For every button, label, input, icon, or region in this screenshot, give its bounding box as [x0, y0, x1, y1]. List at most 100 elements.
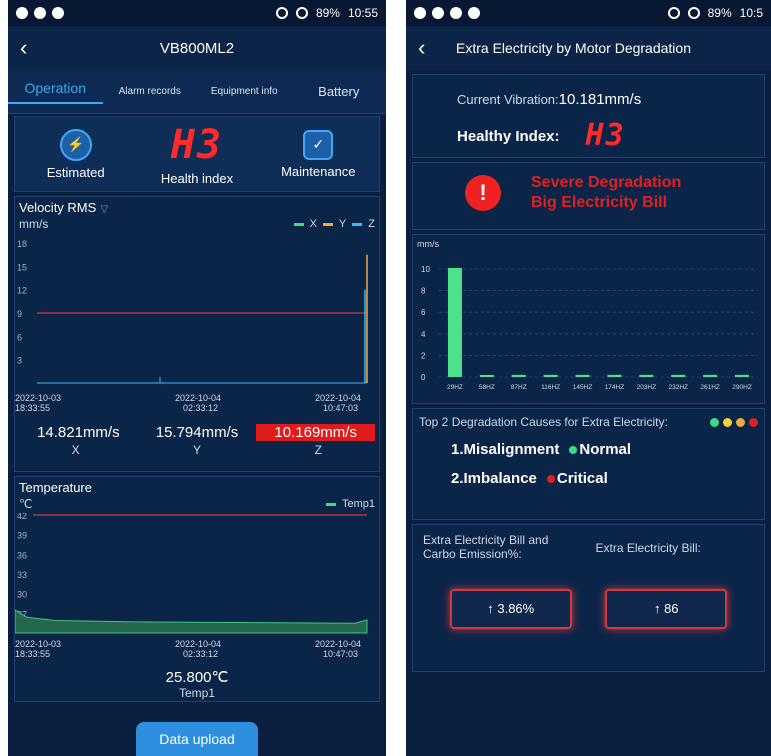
y-tick-label: 10	[421, 265, 430, 274]
bar	[447, 267, 462, 377]
x-tick-time: 18:33:55	[15, 649, 50, 659]
app-bar: ‹ Extra Electricity by Motor Degradation	[406, 26, 771, 70]
velocity-value-z: 10.169mm/s	[256, 424, 376, 441]
back-arrow-icon[interactable]: ‹	[418, 35, 440, 61]
velocity-panel: Velocity RMS ▽ mm/s X Y Z 3 6 9 12 15 18 2022-1…	[14, 196, 380, 472]
tab-battery[interactable]: Battery	[292, 84, 387, 99]
alert-line-2: Big Electricity Bill	[531, 194, 668, 211]
velocity-value-x: 14.821mm/s	[37, 424, 120, 441]
healthy-index-value: H3	[585, 118, 626, 153]
temp1-area	[14, 609, 368, 634]
severity-dot-red	[749, 417, 758, 427]
estimated-icon: ⚡	[59, 128, 92, 161]
notification-icon	[414, 7, 426, 19]
gallery-icon	[450, 7, 462, 19]
chevron-down-icon: ▽	[100, 204, 109, 215]
cause-1-status: Normal	[579, 441, 632, 458]
estimated-label: Estimated	[46, 164, 105, 180]
maintenance-label: Maintenance	[281, 163, 356, 179]
maintenance-card[interactable]: ✓ Maintenance	[258, 117, 379, 191]
bill-percent-value[interactable]: ↑ 3.86%	[449, 589, 572, 629]
causes-title: Top 2 Degradation Causes for Extra Elect…	[419, 415, 668, 429]
y-tick-label: 6	[17, 332, 22, 342]
x-tick-label: 58HZ	[479, 384, 495, 391]
bluetooth-icon	[667, 7, 680, 19]
temperature-value: 25.800℃	[165, 669, 229, 686]
health-index-value: H3	[170, 121, 224, 168]
status-bar: 89% 10:55	[8, 0, 386, 26]
tab-operation[interactable]: Operation	[8, 80, 103, 104]
spectrum-unit: mm/s	[417, 239, 439, 249]
x-tick-label: 87HZ	[511, 384, 527, 391]
x-tick-date: 2022-10-04	[175, 393, 221, 403]
y-tick-label: 8	[421, 287, 426, 296]
page-title: Extra Electricity by Motor Degradation	[456, 40, 691, 56]
clock: 10:5	[739, 6, 763, 20]
velocity-title[interactable]: Velocity RMS ▽	[15, 197, 379, 215]
temperature-chart: 2730333639422022-10-0318:33:552022-10-04…	[14, 511, 368, 659]
x-tick-time: 10:47:03	[323, 403, 358, 413]
x-tick-date: 2022-10-04	[175, 639, 221, 649]
x-tick-label: 290HZ	[732, 384, 752, 391]
tab-equipment-info[interactable]: Equipment info	[197, 86, 292, 98]
y-tick-label: 9	[17, 309, 22, 319]
x-tick-label: 29HZ	[447, 384, 463, 391]
healthy-index-label: Healthy Index:	[457, 127, 560, 145]
y-tick-label: 2	[421, 351, 426, 360]
app-icon	[52, 7, 64, 19]
velocity-legend: X Y Z	[293, 217, 375, 231]
x-tick-date: 2022-10-04	[315, 639, 361, 649]
legend-y-swatch	[322, 222, 333, 226]
alert-icon: !	[465, 175, 501, 211]
temperature-unit: ℃	[19, 497, 33, 511]
bill-amount-value[interactable]: ↑ 86	[605, 589, 728, 629]
bar	[511, 374, 526, 377]
causes-box: Top 2 Degradation Causes for Extra Elect…	[412, 408, 765, 520]
bluetooth-icon	[275, 7, 288, 19]
y-tick-label: 12	[17, 286, 27, 296]
alert-box: ! Severe Degradation Big Electricity Bil…	[412, 162, 765, 230]
legend-x-swatch	[293, 222, 304, 226]
x-tick-label: 116HZ	[541, 384, 560, 391]
x-tick-time: 02:33:12	[183, 649, 218, 659]
data-upload-button[interactable]: Data upload	[136, 722, 258, 756]
battery-level: 89%	[707, 6, 732, 20]
y-tick-label: 6	[421, 308, 426, 317]
bill-heading-amount: Extra Electricity Bill:	[595, 541, 701, 555]
back-arrow-icon[interactable]: ‹	[20, 35, 42, 61]
bill-box: Extra Electricity Bill and Carbo Emissio…	[412, 524, 765, 672]
bar	[575, 374, 590, 377]
status-cards: ⚡ Estimated H3 Health index ✓ Maintenanc…	[14, 116, 380, 192]
legend-temp1-swatch	[325, 502, 336, 506]
velocity-values: 14.821mm/s 15.794mm/s 10.169mm/s	[15, 422, 379, 443]
alert-line-1: Severe Degradation	[531, 174, 682, 191]
y-tick-label: 3	[17, 356, 22, 366]
x-tick-label: 232HZ	[668, 384, 688, 391]
temperature-footer: Temp1	[178, 686, 216, 700]
x-tick-label: 203HZ	[637, 384, 657, 391]
right-phone-screen: 89% 10:5 ‹ Extra Electricity by Motor De…	[406, 0, 771, 756]
x-tick-label: 261HZ	[700, 384, 720, 391]
severity-dot-yellow	[723, 417, 732, 427]
estimated-card[interactable]: ⚡ Estimated	[15, 117, 136, 191]
app-icon	[468, 7, 480, 19]
cause-1-status-dot	[569, 445, 578, 454]
bar	[703, 374, 718, 377]
x-tick-date: 2022-10-03	[15, 639, 61, 649]
tab-alarm-records[interactable]: Alarm records	[103, 86, 198, 98]
velocity-chart: 3691215182022-10-0318:33:552022-10-0402:…	[15, 239, 368, 413]
legend-y: Y	[338, 218, 347, 230]
y-tick-label: 4	[421, 330, 426, 339]
bill-heading-percent: Extra Electricity Bill and Carbo Emissio…	[423, 533, 549, 561]
y-tick-label: 36	[17, 550, 27, 560]
spectrum-box: mm/s 0 2 4 6 8 10 29HZ 58HZ 87HZ 116HZ 145HZ 174HZ 2…	[412, 234, 765, 404]
y-tick-label: 15	[17, 262, 27, 272]
legend-temp1: Temp1	[341, 498, 375, 510]
cause-2: 2.Imbalance Critical	[413, 464, 764, 493]
velocity-unit: mm/s	[19, 217, 49, 231]
bar	[671, 374, 686, 377]
notification-icon	[16, 7, 28, 19]
axis-label-z: Z	[314, 443, 322, 457]
x-tick-date: 2022-10-04	[315, 393, 361, 403]
bar	[735, 374, 750, 377]
